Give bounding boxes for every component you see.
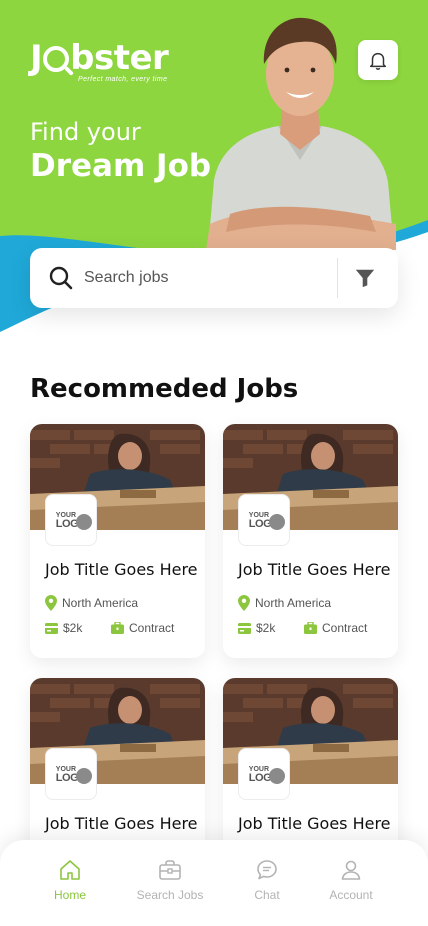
search-divider xyxy=(337,258,338,298)
company-logo: YOUR LOGO xyxy=(45,494,97,546)
job-title: Job Title Goes Here xyxy=(45,560,198,579)
nav-item-chat[interactable]: Chat xyxy=(222,858,312,902)
money-icon xyxy=(45,622,58,634)
search-bar xyxy=(30,248,398,308)
company-logo-mark xyxy=(76,768,92,784)
nav-item-home[interactable]: Home xyxy=(25,858,115,902)
job-location: North America xyxy=(45,595,138,611)
nav-item-account[interactable]: Account xyxy=(306,858,396,902)
job-type: Contract xyxy=(111,621,174,635)
job-meta: $2k Contract xyxy=(45,621,174,635)
search-icon xyxy=(49,266,73,290)
search-input[interactable] xyxy=(84,269,324,287)
logo-magnifier-icon xyxy=(43,46,70,72)
hero-line-2: Dream Job xyxy=(30,148,212,184)
brand-tagline: Perfect match, every time xyxy=(78,76,168,83)
company-logo-mark xyxy=(269,514,285,530)
chat-icon xyxy=(257,860,277,880)
brand-name-rest: bster xyxy=(70,38,169,78)
job-title: Job Title Goes Here xyxy=(45,814,198,833)
nav-label-home: Home xyxy=(53,888,86,902)
location-pin-icon xyxy=(45,595,57,611)
brand-name-first-letter: J xyxy=(30,38,43,78)
briefcase-icon xyxy=(304,622,317,634)
nav-item-search-jobs[interactable]: Search Jobs xyxy=(125,858,215,902)
nav-label-account: Account xyxy=(329,888,373,902)
notifications-button[interactable] xyxy=(358,40,398,80)
job-meta: $2k Contract xyxy=(238,621,367,635)
company-logo: YOUR LOGO xyxy=(45,748,97,800)
job-location-text: North America xyxy=(255,596,332,610)
home-icon xyxy=(60,860,80,880)
job-title: Job Title Goes Here xyxy=(238,560,391,579)
bell-icon xyxy=(369,52,387,70)
briefcase-icon xyxy=(159,860,181,880)
company-logo-mark xyxy=(76,514,92,530)
filter-icon xyxy=(355,269,375,288)
job-salary: $2k xyxy=(238,621,304,635)
location-pin-icon xyxy=(238,595,250,611)
user-icon xyxy=(341,860,361,880)
briefcase-icon xyxy=(111,622,124,634)
hero-line-1: Find your xyxy=(30,118,141,146)
nav-label-chat: Chat xyxy=(254,888,280,902)
nav-label-search-jobs: Search Jobs xyxy=(136,888,204,902)
job-card[interactable]: YOUR LOGO Job Title Goes Here North Amer… xyxy=(223,424,398,658)
job-salary-text: $2k xyxy=(256,621,276,635)
job-salary: $2k xyxy=(45,621,111,635)
job-card[interactable]: YOUR LOGO Job Title Goes Here North Amer… xyxy=(30,424,205,658)
company-logo: YOUR LOGO xyxy=(238,494,290,546)
filter-button[interactable] xyxy=(350,264,380,292)
brand-logo: Jbster Perfect match, every time xyxy=(30,38,169,83)
job-location-text: North America xyxy=(62,596,139,610)
job-type-text: Contract xyxy=(129,621,175,635)
hero-headline: Find your Dream Job xyxy=(30,118,211,184)
bottom-navigation: Home Search Jobs Chat Account xyxy=(0,840,428,926)
job-type-text: Contract xyxy=(322,621,368,635)
job-type: Contract xyxy=(304,621,367,635)
money-icon xyxy=(238,622,251,634)
job-salary-text: $2k xyxy=(63,621,83,635)
company-logo-mark xyxy=(269,768,285,784)
company-logo: YOUR LOGO xyxy=(238,748,290,800)
section-title: Recommeded Jobs xyxy=(30,374,299,404)
job-title: Job Title Goes Here xyxy=(238,814,391,833)
job-location: North America xyxy=(238,595,331,611)
